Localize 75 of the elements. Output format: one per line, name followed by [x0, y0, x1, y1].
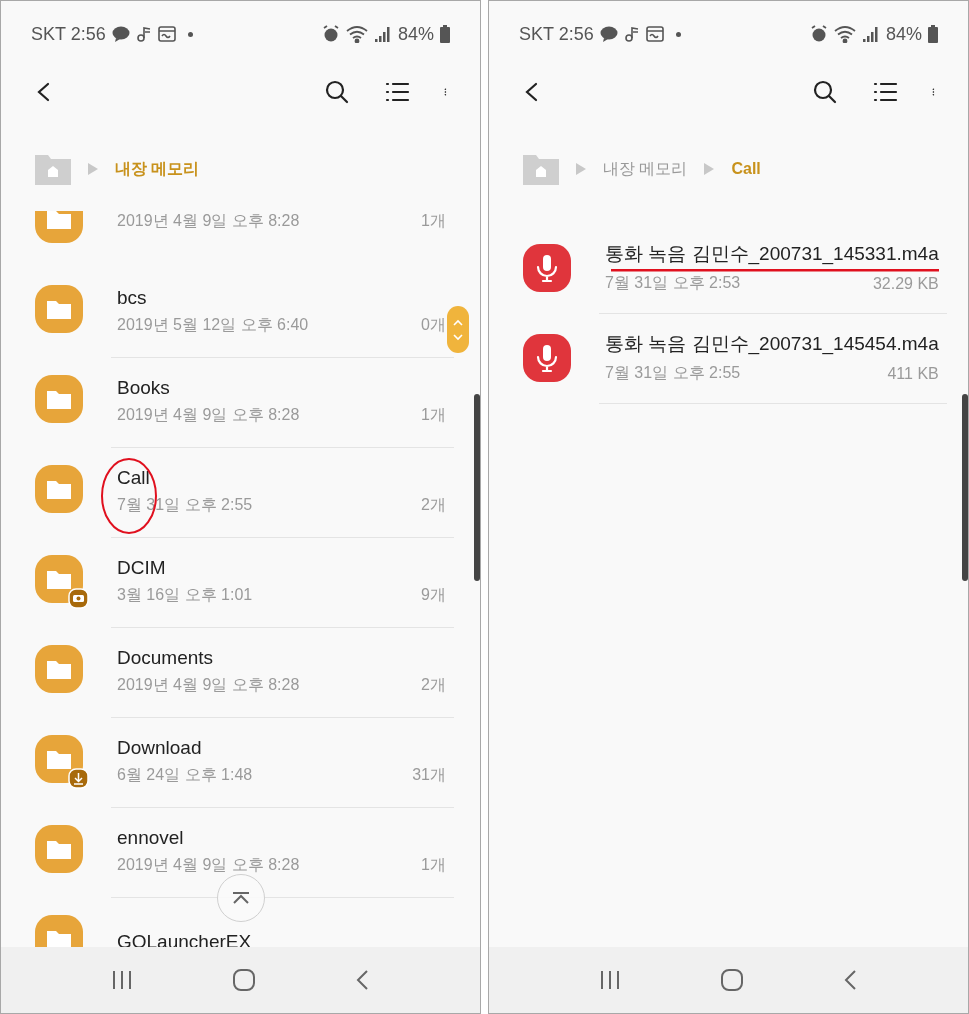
battery-percent: 84% — [397, 23, 434, 45]
file-row[interactable]: 통화 녹음 김민수_200731_145454.m4a 7월 31일 오후 2:55 411 KB — [489, 313, 959, 403]
date-text: 6월 24일 오후 1:48 — [117, 765, 253, 785]
battery-percent: 84% — [885, 23, 922, 45]
file-row[interactable]: DCIM 3월 16일 오후 1:01 9개 — [1, 537, 471, 627]
date-text: 2019년 4월 9일 오후 8:28 — [117, 675, 300, 695]
dot-icon — [187, 31, 193, 37]
file-name: Call — [116, 467, 150, 489]
file-row[interactable]: Download 6월 24일 오후 1:48 31개 — [1, 717, 471, 807]
music-note-icon — [623, 26, 640, 42]
scrollbar[interactable] — [962, 394, 968, 581]
triangle-icon — [703, 162, 716, 176]
size-text: 1개 — [421, 855, 446, 875]
carrier-time: SKT 2:56 — [31, 23, 106, 45]
battery-icon — [440, 25, 450, 43]
carrier-time: SKT 2:56 — [519, 23, 594, 45]
date-text: 2019년 5월 12일 오후 6:40 — [117, 315, 309, 335]
size-text: 31개 — [412, 765, 446, 785]
notification-icon — [645, 26, 664, 42]
fast-scroll-handle[interactable] — [447, 306, 469, 353]
file-row[interactable]: Documents 2019년 4월 9일 오후 8:28 2개 — [1, 627, 471, 717]
file-name: Documents — [116, 647, 214, 669]
battery-icon — [928, 25, 938, 43]
size-text: 0개 — [421, 315, 446, 335]
chat-icon — [599, 26, 618, 42]
folder-icon — [35, 555, 89, 609]
signal-icon — [861, 25, 880, 43]
file-name: DCIM — [116, 557, 166, 579]
signal-icon — [373, 25, 392, 43]
scrollbar[interactable] — [474, 394, 480, 581]
triangle-icon — [575, 162, 587, 176]
date-text: 7월 31일 오후 2:53 — [605, 273, 741, 293]
date-text: 3월 16일 오후 1:01 — [117, 585, 253, 605]
scroll-top-button[interactable] — [217, 874, 265, 922]
file-name: GOLauncherEX — [116, 930, 252, 947]
triangle-icon — [87, 162, 99, 176]
back-nav-icon[interactable] — [842, 969, 859, 991]
folder-icon — [35, 735, 89, 789]
notification-icon — [157, 26, 176, 42]
file-name: Download — [116, 737, 202, 759]
size-text: 411 KB — [887, 364, 939, 383]
size-text: 2개 — [421, 495, 446, 515]
file-name: Books — [116, 377, 170, 399]
file-name: 통화 녹음 김민수_200731_145454.m4a — [604, 332, 939, 357]
microphone-icon — [523, 334, 571, 382]
file-row[interactable]: Books 2019년 4월 9일 오후 8:28 1개 — [1, 357, 471, 447]
recent-apps-icon[interactable] — [110, 969, 133, 991]
music-note-icon — [135, 26, 152, 42]
scroll-top-icon — [231, 891, 251, 905]
file-name: ennovel — [116, 827, 184, 849]
search-icon[interactable] — [324, 79, 350, 105]
wifi-icon — [345, 25, 368, 43]
alarm-icon — [809, 25, 828, 43]
alarm-icon — [321, 25, 340, 43]
size-text: 2개 — [421, 675, 446, 695]
date-text: 2019년 4월 9일 오후 8:28 — [117, 211, 300, 231]
date-text: 7월 31일 오후 2:55 — [605, 363, 741, 383]
size-text: 1개 — [421, 211, 446, 231]
home-icon[interactable] — [719, 968, 744, 992]
size-text: 9개 — [421, 585, 446, 605]
chat-icon — [111, 26, 130, 42]
file-name: 통화 녹음 김민수_200731_145331.m4a — [604, 242, 939, 267]
search-icon[interactable] — [812, 79, 838, 105]
back-nav-icon[interactable] — [354, 969, 371, 991]
microphone-icon — [523, 244, 571, 292]
wifi-icon — [833, 25, 856, 43]
size-text: 32.29 KB — [872, 274, 939, 293]
date-text: 2019년 4월 9일 오후 8:28 — [117, 405, 300, 425]
home-icon[interactable] — [231, 968, 256, 992]
file-row[interactable]: 통화 녹음 김민수_200731_145331.m4a 7월 31일 오후 2:53 32.29 KB — [489, 223, 959, 313]
file-name: bcs — [116, 287, 147, 309]
dot-icon — [675, 31, 681, 37]
date-text: 2019년 4월 9일 오후 8:28 — [117, 855, 300, 875]
recent-apps-icon[interactable] — [598, 969, 621, 991]
size-text: 1개 — [421, 405, 446, 425]
